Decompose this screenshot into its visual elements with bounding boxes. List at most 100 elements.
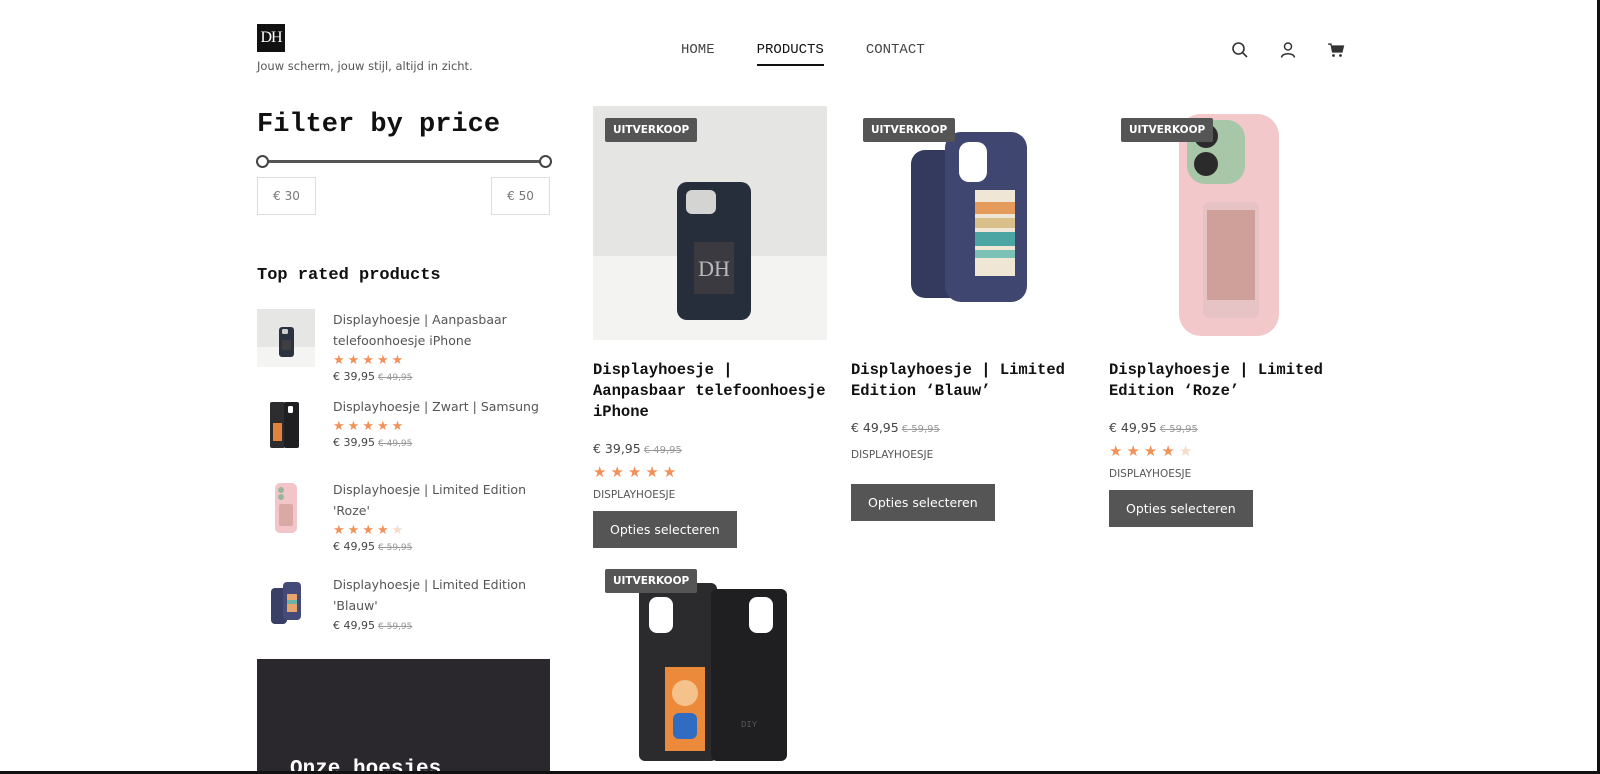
product-category[interactable]: DISPLAYHOESJE bbox=[593, 489, 827, 501]
old-price: € 49,95 bbox=[378, 373, 413, 383]
old-price: € 49,95 bbox=[378, 439, 413, 449]
select-options-button[interactable]: Opties selecteren bbox=[851, 484, 995, 521]
star-icon: ★ bbox=[333, 352, 345, 367]
star-icon: ★ bbox=[376, 522, 389, 537]
page: DH Jouw scherm, jouw stijl, altijd in zi… bbox=[0, 0, 1600, 774]
old-price: € 59,95 bbox=[378, 543, 413, 553]
rating-stars: ★ ★ ★ ★ ★ bbox=[333, 523, 543, 537]
current-price: € 39,95 bbox=[593, 441, 641, 456]
product-thumbnail[interactable] bbox=[257, 309, 315, 367]
product-category[interactable]: DISPLAYHOESJE bbox=[851, 449, 1085, 461]
top-rated-title: Top rated products bbox=[257, 266, 441, 285]
price: € 49,95 € 59,95 bbox=[333, 619, 543, 632]
star-icon: ★ bbox=[362, 418, 374, 433]
rating-stars: ★ ★ ★ ★ ★ bbox=[333, 419, 543, 433]
logo-text: DH bbox=[260, 29, 282, 46]
star-icon: ★ bbox=[362, 352, 374, 367]
sale-badge: UITVERKOOP bbox=[605, 569, 698, 593]
star-empty-icon: ★ bbox=[1178, 443, 1193, 460]
nav-products[interactable]: PRODUCTS bbox=[756, 42, 824, 66]
price: € 39,95 € 49,95 bbox=[333, 370, 543, 383]
product-card[interactable]: UITVERKOOP Displayhoesje | Limited Editi… bbox=[1109, 106, 1343, 527]
current-price: € 49,95 bbox=[1109, 420, 1157, 435]
select-options-button[interactable]: Opties selecteren bbox=[593, 511, 737, 548]
current-price: € 39,95 bbox=[333, 436, 375, 449]
select-options-button[interactable]: Opties selecteren bbox=[1109, 490, 1253, 527]
nav-contact[interactable]: CONTACT bbox=[866, 42, 925, 66]
price-slider-max-handle[interactable] bbox=[539, 155, 552, 168]
star-icon: ★ bbox=[391, 352, 404, 367]
product-card[interactable]: DIY UITVERKOOP bbox=[593, 557, 827, 771]
current-price: € 39,95 bbox=[333, 370, 375, 383]
star-icon: ★ bbox=[347, 522, 360, 537]
product-title[interactable]: Displayhoesje | Aanpasbaar telefoonhoesj… bbox=[593, 360, 827, 423]
price: € 49,95 € 59,95 bbox=[1109, 420, 1343, 435]
price: € 49,95 € 59,95 bbox=[333, 540, 543, 553]
price-slider-min-handle[interactable] bbox=[256, 155, 269, 168]
sale-badge: UITVERKOOP bbox=[1121, 118, 1214, 142]
star-icon: ★ bbox=[1161, 443, 1175, 460]
main-nav: HOME PRODUCTS CONTACT bbox=[681, 42, 967, 66]
price-min-field[interactable]: € 30 bbox=[257, 177, 316, 215]
top-rated-name[interactable]: Displayhoesje | Zwart | Samsung bbox=[333, 396, 543, 417]
price: € 49,95 € 59,95 bbox=[851, 420, 1085, 435]
product-image[interactable]: DIY UITVERKOOP bbox=[593, 557, 827, 771]
site-tagline: Jouw scherm, jouw stijl, altijd in zicht… bbox=[257, 59, 473, 73]
product-category[interactable]: DISPLAYHOESJE bbox=[1109, 468, 1343, 480]
product-thumbnail[interactable] bbox=[257, 479, 315, 537]
star-icon: ★ bbox=[610, 464, 624, 481]
filter-price-title: Filter by price bbox=[257, 110, 501, 140]
old-price: € 59,95 bbox=[1159, 424, 1198, 435]
product-image[interactable]: DH UITVERKOOP bbox=[593, 106, 827, 340]
star-icon: ★ bbox=[362, 522, 374, 537]
header-icons bbox=[1230, 40, 1346, 60]
star-icon: ★ bbox=[347, 418, 360, 433]
current-price: € 49,95 bbox=[333, 619, 375, 632]
rating-stars: ★ ★ ★ ★ ★ bbox=[333, 353, 543, 367]
search-icon[interactable] bbox=[1230, 40, 1250, 60]
top-rated-name[interactable]: Displayhoesje | Aanpasbaar telefoonhoesj… bbox=[333, 309, 543, 351]
current-price: € 49,95 bbox=[333, 540, 375, 553]
cart-icon[interactable] bbox=[1326, 40, 1346, 60]
old-price: € 49,95 bbox=[643, 445, 682, 456]
old-price: € 59,95 bbox=[378, 622, 413, 632]
price-max-field[interactable]: € 50 bbox=[491, 177, 550, 215]
promo-panel: Onze hoesjes bbox=[257, 659, 550, 774]
product-thumbnail[interactable] bbox=[257, 396, 315, 454]
sale-badge: UITVERKOOP bbox=[863, 118, 956, 142]
product-title[interactable]: Displayhoesje | Limited Edition ‘Blauw’ bbox=[851, 360, 1085, 402]
sale-badge: UITVERKOOP bbox=[605, 118, 698, 142]
star-icon: ★ bbox=[1126, 443, 1140, 460]
top-rated-name[interactable]: Displayhoesje | Limited Edition 'Blauw' bbox=[333, 574, 543, 616]
star-empty-icon: ★ bbox=[391, 522, 404, 537]
star-icon: ★ bbox=[333, 522, 345, 537]
price: € 39,95 € 49,95 bbox=[333, 436, 543, 449]
price-slider-track[interactable] bbox=[262, 160, 545, 163]
star-icon: ★ bbox=[1143, 443, 1158, 460]
account-icon[interactable] bbox=[1278, 40, 1298, 60]
star-icon: ★ bbox=[391, 418, 404, 433]
rating-stars: ★ ★ ★ ★ ★ bbox=[593, 464, 827, 481]
star-icon: ★ bbox=[347, 352, 360, 367]
old-price: € 59,95 bbox=[901, 424, 940, 435]
svg-text:DIY: DIY bbox=[741, 720, 758, 730]
nav-home[interactable]: HOME bbox=[681, 42, 715, 66]
product-image[interactable]: UITVERKOOP bbox=[1109, 106, 1343, 340]
star-icon: ★ bbox=[593, 464, 607, 481]
star-icon: ★ bbox=[645, 464, 659, 481]
star-icon: ★ bbox=[376, 418, 389, 433]
rating-stars: ★ ★ ★ ★ ★ bbox=[1109, 443, 1343, 460]
price: € 39,95 € 49,95 bbox=[593, 441, 827, 456]
star-icon: ★ bbox=[376, 352, 389, 367]
product-image[interactable]: UITVERKOOP bbox=[851, 106, 1085, 340]
star-icon: ★ bbox=[662, 464, 677, 481]
product-card[interactable]: UITVERKOOP Displayhoesje | Limited Editi… bbox=[851, 106, 1085, 521]
product-card[interactable]: DH UITVERKOOP Displayhoesje | Aanpasbaar… bbox=[593, 106, 827, 548]
product-title[interactable]: Displayhoesje | Limited Edition ‘Roze’ bbox=[1109, 360, 1343, 402]
top-rated-name[interactable]: Displayhoesje | Limited Edition 'Roze' bbox=[333, 479, 543, 521]
product-thumbnail[interactable] bbox=[257, 574, 315, 632]
star-icon: ★ bbox=[333, 418, 345, 433]
star-icon: ★ bbox=[627, 464, 642, 481]
site-logo[interactable]: DH bbox=[257, 24, 285, 52]
svg-text:DH: DH bbox=[698, 256, 730, 281]
